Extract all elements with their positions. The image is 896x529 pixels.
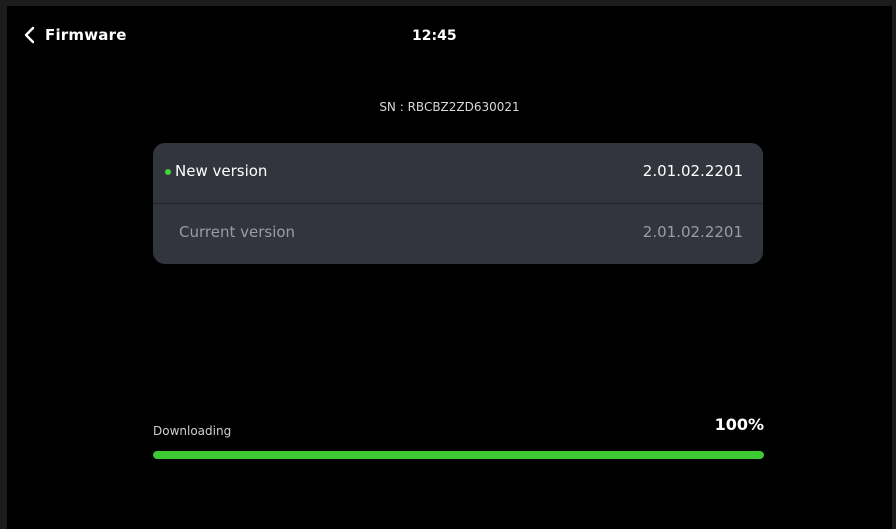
clock: 12:45 [412, 28, 457, 44]
top-bar: Firmware 12:45 [7, 6, 892, 66]
version-card: New version 2.01.02.2201 Current version… [153, 143, 763, 264]
new-version-indicator-dot [165, 169, 171, 175]
serial-number: SN : RBCBZ2ZD630021 [379, 100, 520, 114]
screen: Firmware 12:45 SN : RBCBZ2ZD630021 New v… [7, 6, 892, 529]
download-progress-bar [153, 451, 764, 459]
page-title: Firmware [45, 26, 127, 44]
current-version-value: 2.01.02.2201 [642, 223, 743, 241]
download-percent: 100% [714, 415, 764, 434]
chevron-left-icon [23, 26, 35, 44]
download-progress-fill [153, 451, 764, 459]
new-version-row: New version 2.01.02.2201 [153, 143, 763, 203]
current-version-label: Current version [179, 223, 296, 241]
new-version-value: 2.01.02.2201 [642, 162, 743, 180]
current-version-row: Current version 2.01.02.2201 [153, 204, 763, 264]
download-status-label: Downloading [153, 424, 232, 438]
new-version-label: New version [175, 162, 268, 180]
back-button[interactable]: Firmware [23, 20, 127, 50]
